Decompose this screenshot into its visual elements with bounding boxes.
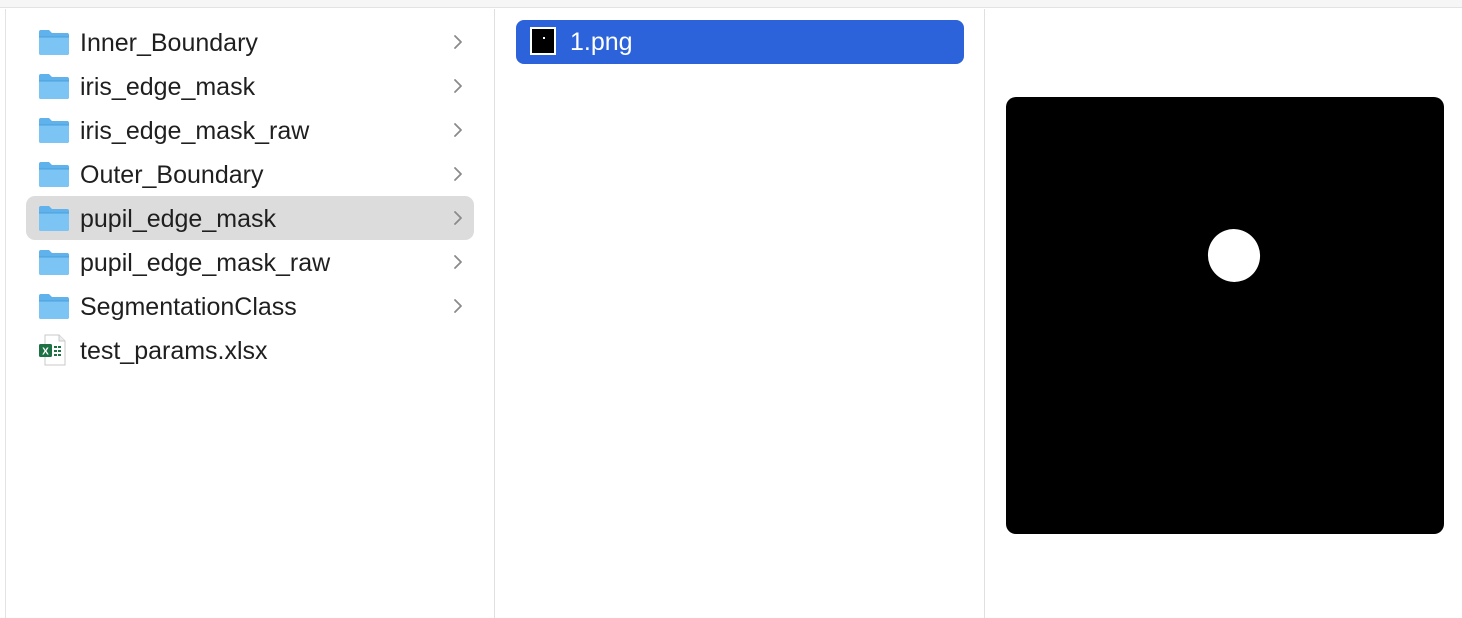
- item-label: pupil_edge_mask: [80, 205, 276, 233]
- list-item[interactable]: SegmentationClass: [26, 284, 474, 328]
- list-item[interactable]: pupil_edge_mask_raw: [26, 240, 474, 284]
- chevron-right-icon: [452, 120, 464, 140]
- image-preview: [1006, 97, 1444, 534]
- item-label: Outer_Boundary: [80, 161, 264, 189]
- folder-icon: [38, 72, 70, 100]
- folder-icon: [38, 28, 70, 56]
- list-item-selected[interactable]: pupil_edge_mask: [26, 196, 474, 240]
- item-label: pupil_edge_mask_raw: [80, 249, 331, 277]
- list-item[interactable]: iris_edge_mask_raw: [26, 108, 474, 152]
- thumbnail-dot: [543, 37, 545, 39]
- folder-icon: [38, 292, 70, 320]
- png-thumbnail-icon: [530, 27, 556, 55]
- item-label: Inner_Boundary: [80, 29, 258, 57]
- chevron-right-icon: [452, 164, 464, 184]
- excel-file-icon: X: [38, 334, 70, 366]
- folder-icon: [38, 116, 70, 144]
- list-item[interactable]: iris_edge_mask: [26, 64, 474, 108]
- pupil-mask-blob: [1200, 221, 1268, 290]
- finder-window: Inner_Boundary iris_edge_mask iris_edge_…: [0, 0, 1462, 618]
- toolbar-divider: [0, 0, 1462, 8]
- list-item[interactable]: X test_params.xlsx: [26, 328, 474, 372]
- item-label: test_params.xlsx: [80, 337, 268, 365]
- folder-icon: [38, 248, 70, 276]
- chevron-right-icon: [452, 296, 464, 316]
- list-item[interactable]: Inner_Boundary: [26, 20, 474, 64]
- list-item[interactable]: Outer_Boundary: [26, 152, 474, 196]
- chevron-right-icon: [452, 208, 464, 228]
- item-label: iris_edge_mask_raw: [80, 117, 310, 145]
- folder-icon: [38, 160, 70, 188]
- browser-column-2[interactable]: 1.png: [495, 9, 985, 618]
- item-label: SegmentationClass: [80, 293, 297, 321]
- list-item-selected[interactable]: 1.png: [516, 20, 964, 64]
- chevron-right-icon: [452, 76, 464, 96]
- chevron-right-icon: [452, 252, 464, 272]
- svg-text:X: X: [42, 347, 49, 358]
- folder-icon: [38, 204, 70, 232]
- item-label: 1.png: [570, 28, 633, 56]
- browser-column-1[interactable]: Inner_Boundary iris_edge_mask iris_edge_…: [6, 9, 495, 618]
- chevron-right-icon: [452, 32, 464, 52]
- item-label: iris_edge_mask: [80, 73, 256, 101]
- preview-pane: [985, 9, 1462, 618]
